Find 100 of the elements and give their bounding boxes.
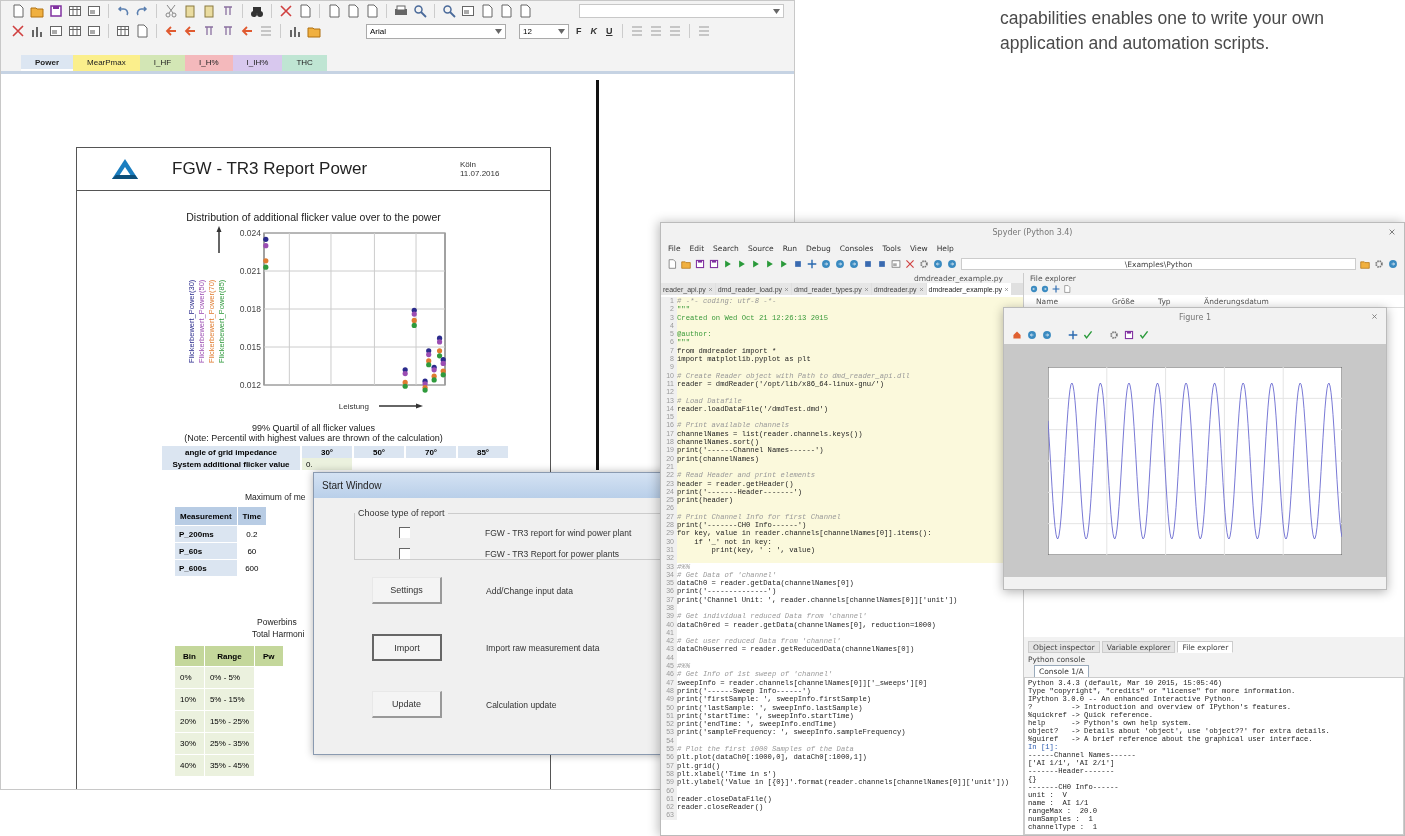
action-button[interactable]: Update: [372, 691, 442, 718]
document-icon[interactable]: [480, 4, 494, 18]
logo-icon: [109, 157, 140, 181]
document-icon[interactable]: [298, 4, 312, 18]
tick-label: 0.018: [239, 304, 261, 314]
arrow-icon[interactable]: [183, 24, 197, 38]
checkbox-label: FGW - TR3 Report for power plants: [485, 548, 619, 559]
binoculars-icon[interactable]: [250, 4, 264, 18]
arrow-icon[interactable]: [164, 24, 178, 38]
undo-icon[interactable]: [116, 4, 130, 18]
close-icon[interactable]: [1371, 313, 1378, 320]
checkbox[interactable]: [399, 527, 410, 538]
delete-icon[interactable]: [905, 259, 915, 269]
document-icon[interactable]: [327, 4, 341, 18]
right-arrow-icon[interactable]: [821, 259, 831, 269]
font-dropdown[interactable]: Arial: [366, 23, 506, 39]
delete-icon[interactable]: [11, 24, 25, 38]
report-title: FGW - TR3 Report Power: [172, 159, 369, 179]
right-arrow-icon[interactable]: [947, 259, 957, 269]
bar-chart-icon[interactable]: [288, 24, 302, 38]
close-icon[interactable]: [707, 286, 713, 292]
redo-icon[interactable]: [135, 4, 149, 18]
right-arrow-icon[interactable]: [1041, 285, 1049, 293]
tick-label: 0.015: [239, 342, 261, 352]
checkbox[interactable]: [399, 548, 410, 559]
check-icon[interactable]: [1139, 330, 1149, 340]
dropdown-field[interactable]: [579, 4, 784, 18]
table-header: 50°: [353, 446, 405, 458]
font-size-dropdown[interactable]: 12: [519, 23, 569, 39]
table-icon[interactable]: [68, 4, 82, 18]
stop-icon[interactable]: [793, 259, 803, 269]
document-icon[interactable]: [499, 4, 513, 18]
table-cell: 10%: [174, 688, 205, 711]
sheet-tab[interactable]: I_IH%: [232, 55, 283, 71]
arrow-icon[interactable]: [240, 24, 254, 38]
table-header: 30°: [301, 446, 353, 458]
move-icon[interactable]: [1052, 285, 1060, 293]
table-icon[interactable]: [116, 24, 130, 38]
close-icon[interactable]: [863, 286, 869, 292]
document-icon[interactable]: [1063, 285, 1071, 293]
delete-icon[interactable]: [279, 4, 293, 18]
check-icon[interactable]: [1083, 330, 1093, 340]
folder-icon[interactable]: [1360, 259, 1370, 269]
formula-icon[interactable]: [221, 24, 235, 38]
sheet-tab[interactable]: MearPmax: [73, 55, 140, 71]
document-icon[interactable]: [11, 4, 25, 18]
window-icon[interactable]: [87, 4, 101, 18]
clipboard-icon[interactable]: [202, 4, 216, 18]
table-cell: System additional flicker value: [162, 458, 301, 470]
action-button[interactable]: Settings: [372, 577, 442, 604]
close-icon[interactable]: [784, 286, 790, 292]
folder-icon[interactable]: [307, 24, 321, 38]
format-button[interactable]: K: [588, 26, 599, 36]
sheet-tab[interactable]: I_H%: [185, 55, 233, 71]
sheet-tab[interactable]: THC: [282, 55, 327, 71]
table-header: Measurement: [174, 506, 238, 526]
format-button[interactable]: U: [604, 26, 615, 36]
close-icon[interactable]: [918, 286, 924, 292]
window-icon[interactable]: [87, 24, 101, 38]
tick-label: 0.012: [239, 380, 261, 390]
folder-icon[interactable]: [30, 4, 44, 18]
document-icon[interactable]: [135, 24, 149, 38]
table-header: angle of grid impedance: [162, 446, 301, 458]
scissors-icon[interactable]: [164, 4, 178, 18]
right-arrow-icon[interactable]: [849, 259, 859, 269]
close-icon[interactable]: [1004, 286, 1010, 292]
formula-icon[interactable]: [202, 24, 216, 38]
move-icon[interactable]: [1068, 330, 1078, 340]
move-icon[interactable]: [807, 259, 817, 269]
window-icon[interactable]: [49, 24, 63, 38]
right-arrow-icon[interactable]: [1388, 259, 1398, 269]
left-arrow-icon[interactable]: [933, 259, 943, 269]
format-button[interactable]: F: [574, 26, 584, 36]
bar-chart-icon[interactable]: [30, 24, 44, 38]
window-title: Spyder (Python 3.4): [992, 227, 1073, 237]
close-icon[interactable]: [1388, 228, 1396, 236]
formula-icon[interactable]: [221, 4, 235, 18]
sheet-tab[interactable]: I_HF: [139, 55, 186, 71]
chart-title: Distribution of additional flicker value over to the power: [186, 211, 441, 223]
right-arrow-icon[interactable]: [1042, 330, 1052, 340]
window-icon[interactable]: [461, 4, 475, 18]
document-icon[interactable]: [346, 4, 360, 18]
left-arrow-icon[interactable]: [1027, 330, 1037, 340]
left-arrow-icon[interactable]: [1030, 285, 1038, 293]
clipboard-icon[interactable]: [183, 4, 197, 18]
window-icon[interactable]: [891, 259, 901, 269]
action-button[interactable]: Import: [372, 634, 442, 661]
search-icon[interactable]: [442, 4, 456, 18]
search-icon[interactable]: [413, 4, 427, 18]
folder-icon[interactable]: [681, 259, 691, 269]
printer-icon[interactable]: [394, 4, 408, 18]
document-icon[interactable]: [518, 4, 532, 18]
document-icon[interactable]: [667, 259, 677, 269]
sheet-tab[interactable]: Power: [21, 55, 73, 71]
axis-label: Leistung: [338, 402, 369, 411]
right-arrow-icon[interactable]: [835, 259, 845, 269]
document-icon[interactable]: [365, 4, 379, 18]
report-date: 11.07.2016: [460, 169, 501, 178]
tick-label: 0.021: [239, 266, 261, 276]
table-icon[interactable]: [68, 24, 82, 38]
